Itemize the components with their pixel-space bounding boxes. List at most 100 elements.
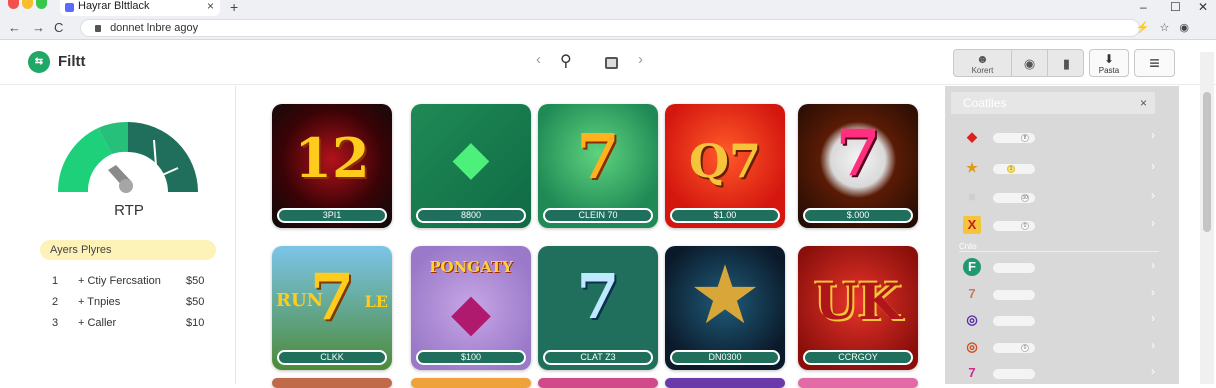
palette-icon: ☻ (976, 52, 989, 66)
toggle[interactable] (993, 316, 1035, 326)
prev-icon[interactable]: ‹ (536, 51, 541, 68)
paste-button[interactable]: ⬇ Pasta (1089, 49, 1129, 77)
menu-icon[interactable]: ≡ (1134, 49, 1175, 77)
address-bar[interactable]: donnet lnbre agoy ⚡☆◉ (80, 19, 1189, 37)
orb-icon: ◎ (966, 312, 978, 327)
view-toggle-kort[interactable]: ☻ Korert (954, 50, 1012, 76)
chevron-right-icon[interactable]: › (1151, 216, 1155, 230)
toggle[interactable]: 30 (993, 193, 1035, 203)
x-symbol-icon: X (963, 216, 981, 234)
game-card-partial[interactable] (798, 378, 918, 388)
next-icon[interactable]: › (638, 51, 643, 68)
gem-icon: ◆ (452, 130, 490, 186)
control-row[interactable]: ■ 30 › (963, 188, 1159, 206)
page-scrollbar[interactable] (1200, 52, 1214, 384)
game-card[interactable]: 7 CLEIN 70 (538, 104, 658, 228)
download-icon: ⬇ (1103, 52, 1115, 66)
control-row[interactable]: F › (963, 258, 1159, 276)
control-row[interactable]: 7 › (963, 285, 1159, 303)
game-label: 3PI1 (277, 208, 387, 223)
game-card[interactable]: ★ DN0300 (665, 246, 785, 370)
tab-close-icon[interactable]: × (207, 0, 214, 13)
game-glyph: Q7 (688, 134, 762, 188)
forward-button[interactable]: → (32, 20, 45, 35)
view-toggle-label: Korert (971, 66, 994, 75)
control-row[interactable]: ◆ 8 › (963, 128, 1159, 146)
game-card[interactable]: 7 CLAT Z3 (538, 246, 658, 370)
control-row[interactable]: X 0 › (963, 216, 1159, 234)
new-tab-button[interactable]: + (230, 0, 238, 15)
chevron-right-icon[interactable]: › (1151, 188, 1155, 202)
paste-label: Pasta (1098, 66, 1120, 75)
control-row[interactable]: ★ 1 › (963, 159, 1159, 177)
game-card-partial[interactable] (665, 378, 785, 388)
star-icon: ★ (966, 160, 978, 175)
player-name: + Tnpies (78, 296, 121, 308)
gauge-segment-high (128, 122, 198, 192)
browser-tab[interactable]: Hayrar Blttlack × (60, 0, 220, 16)
game-banner: LE (364, 292, 388, 311)
window-close-dot[interactable] (8, 0, 19, 9)
search-icon[interactable]: ⚲ (560, 51, 572, 71)
orb-icon: ◎ (966, 339, 978, 354)
chevron-right-icon[interactable]: › (1151, 258, 1155, 272)
game-card[interactable]: UK CCRGOY (798, 246, 918, 370)
game-label: CCRGOY (803, 350, 913, 365)
game-card-partial[interactable] (411, 378, 531, 388)
target-icon[interactable]: ◉ (1012, 50, 1048, 76)
game-card[interactable]: ◆ 8800 (411, 104, 531, 228)
tab-bar: Hayrar Blttlack × + – ☐ ✕ (0, 0, 1216, 16)
game-label: 8800 (416, 208, 526, 223)
game-card[interactable]: RUN 7 LE CLKK (272, 246, 392, 370)
rtp-panel: RTP Ayers Plyres 1 + Ctiy Fercsation $50… (0, 86, 236, 384)
bookmark-icon[interactable]: ☆ (1160, 22, 1180, 34)
browser-chrome: Hayrar Blttlack × + – ☐ ✕ ← → C donnet l… (0, 0, 1216, 40)
bars-icon[interactable]: ▮ (1048, 50, 1083, 76)
toggle[interactable]: 1 (993, 164, 1035, 174)
controls-panel: Coatlles × ◆ 8 › ★ 1 › ■ 30 › X 0 › Cnli… (945, 86, 1179, 384)
toggle[interactable] (993, 263, 1035, 273)
calendar-icon[interactable] (605, 57, 618, 69)
toggle-knob: 1 (1007, 165, 1015, 173)
chevron-right-icon[interactable]: › (1151, 159, 1155, 173)
lock-icon (95, 25, 101, 32)
profile-icon[interactable]: ◉ (1179, 22, 1199, 34)
control-row[interactable]: ◎ › (963, 311, 1159, 329)
window-zoom-dot[interactable] (36, 0, 47, 9)
game-card-partial[interactable] (272, 378, 392, 388)
game-label: $100 (416, 350, 526, 365)
toggle[interactable]: 0 (993, 343, 1035, 353)
player-value: $50 (186, 296, 205, 308)
game-card-partial[interactable] (538, 378, 658, 388)
close-icon[interactable]: × (1140, 92, 1147, 114)
game-card[interactable]: Q7 $1.00 (665, 104, 785, 228)
controls-separator: Cnlis (959, 242, 1159, 252)
close-window-button[interactable]: ✕ (1198, 0, 1208, 14)
game-card[interactable]: 7 $.000 (798, 104, 918, 228)
back-button[interactable]: ← (8, 20, 21, 35)
chevron-right-icon[interactable]: › (1151, 128, 1155, 142)
control-row[interactable]: 7 › (963, 364, 1159, 382)
scrollbar-thumb[interactable] (1203, 92, 1211, 232)
game-card[interactable]: 12 3PI1 (272, 104, 392, 228)
chevron-right-icon[interactable]: › (1151, 338, 1155, 352)
pager: ‹ ⚲ › (530, 51, 650, 73)
toggle[interactable] (993, 369, 1035, 379)
chevron-right-icon[interactable]: › (1151, 311, 1155, 325)
toggle-knob: 8 (1021, 134, 1029, 142)
reload-button[interactable]: C (54, 20, 63, 35)
extension-icon[interactable]: ⚡ (1136, 22, 1160, 34)
chevron-right-icon[interactable]: › (1151, 364, 1155, 378)
chevron-right-icon[interactable]: › (1151, 285, 1155, 299)
minimize-button[interactable]: – (1140, 0, 1147, 14)
game-glyph: 12 (294, 126, 370, 190)
seven-icon: 7 (968, 286, 976, 301)
window-minimize-dot[interactable] (22, 0, 33, 9)
toggle[interactable]: 0 (993, 221, 1035, 231)
control-row[interactable]: ◎ 0 › (963, 338, 1159, 356)
toggle[interactable] (993, 290, 1035, 300)
toggle[interactable]: 8 (993, 133, 1035, 143)
game-card[interactable]: PONGATY ◆ $100 (411, 246, 531, 370)
logo-icon[interactable]: ⇆ (28, 51, 50, 73)
maximize-button[interactable]: ☐ (1170, 0, 1181, 14)
